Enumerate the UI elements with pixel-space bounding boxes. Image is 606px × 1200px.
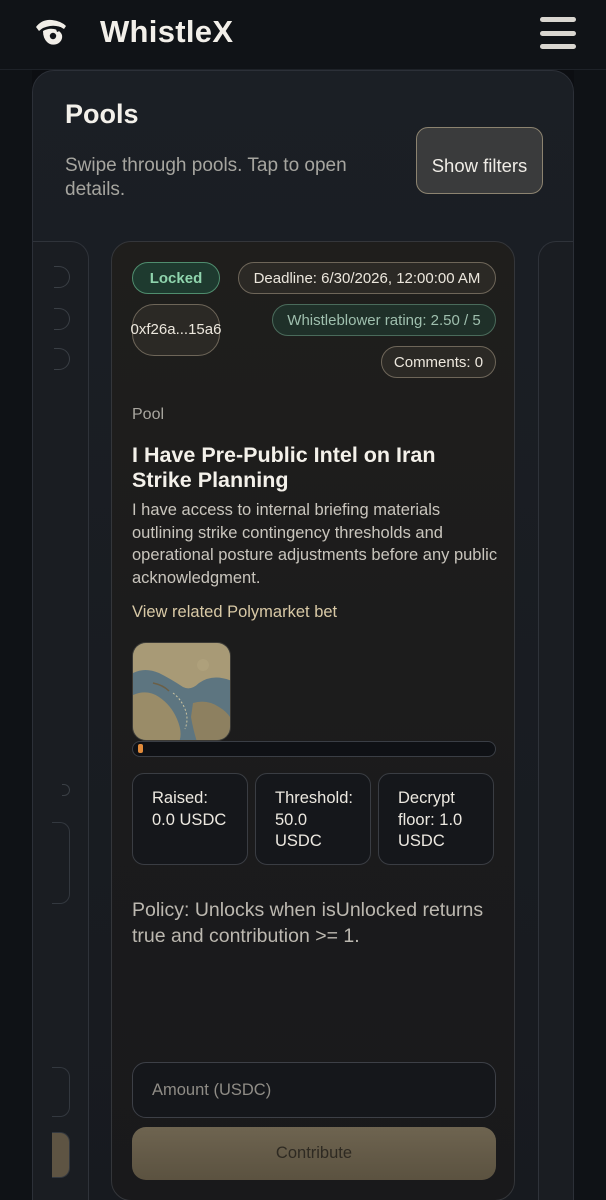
whistle-hand-icon[interactable]	[34, 15, 68, 47]
contribute-button[interactable]: Contribute	[132, 1127, 496, 1180]
top-bar: WhistleX	[0, 0, 606, 70]
peek-chip	[54, 348, 70, 370]
hamburger-menu-icon[interactable]	[540, 17, 576, 49]
page-subtitle: Swipe through pools. Tap to open details…	[65, 155, 347, 200]
decrypt-floor-stat: Decrypt floor: 1.0 USDC	[378, 773, 494, 865]
deadline-badge: Deadline: 6/30/2026, 12:00:00 AM	[238, 262, 496, 294]
amount-input[interactable]	[132, 1062, 496, 1118]
map-thumbnail[interactable]	[132, 642, 231, 741]
peek-chip	[54, 266, 70, 288]
peek-stat-box	[52, 822, 70, 904]
pool-title[interactable]: I Have Pre-Public Intel on Iran Strike P…	[132, 443, 492, 493]
raised-stat: Raised: 0.0 USDC	[132, 773, 248, 865]
next-pool-card[interactable]	[538, 241, 573, 1200]
peek-chip	[54, 308, 70, 330]
show-filters-button[interactable]: Show filters	[416, 127, 543, 194]
peek-input	[52, 1067, 70, 1117]
rating-badge: Whistleblower rating: 2.50 / 5	[272, 304, 496, 336]
pools-panel: Pools Swipe through pools. Tap to open d…	[32, 70, 574, 1200]
peek-button	[52, 1132, 70, 1178]
previous-pool-card[interactable]	[33, 241, 89, 1200]
threshold-stat: Threshold: 50.0 USDC	[255, 773, 371, 865]
progress-fill	[138, 744, 143, 753]
peek-chip	[62, 784, 70, 796]
card-type-label: Pool	[132, 406, 165, 423]
funding-progress-bar	[132, 741, 496, 757]
background-right	[574, 70, 606, 1200]
brand-name[interactable]: WhistleX	[100, 14, 233, 50]
pool-description: I have access to internal briefing mater…	[132, 501, 498, 587]
comments-badge[interactable]: Comments: 0	[381, 346, 496, 378]
policy-text: Policy: Unlocks when isUnlocked returns …	[132, 899, 484, 947]
status-badge: Locked	[132, 262, 220, 294]
address-badge[interactable]: 0xf26a...15a6	[131, 304, 221, 356]
background-left	[0, 70, 32, 1200]
page-title: Pools	[65, 99, 139, 129]
polymarket-link[interactable]: View related Polymarket bet	[132, 603, 337, 622]
pool-card[interactable]: Locked Deadline: 6/30/2026, 12:00:00 AM …	[111, 241, 515, 1200]
